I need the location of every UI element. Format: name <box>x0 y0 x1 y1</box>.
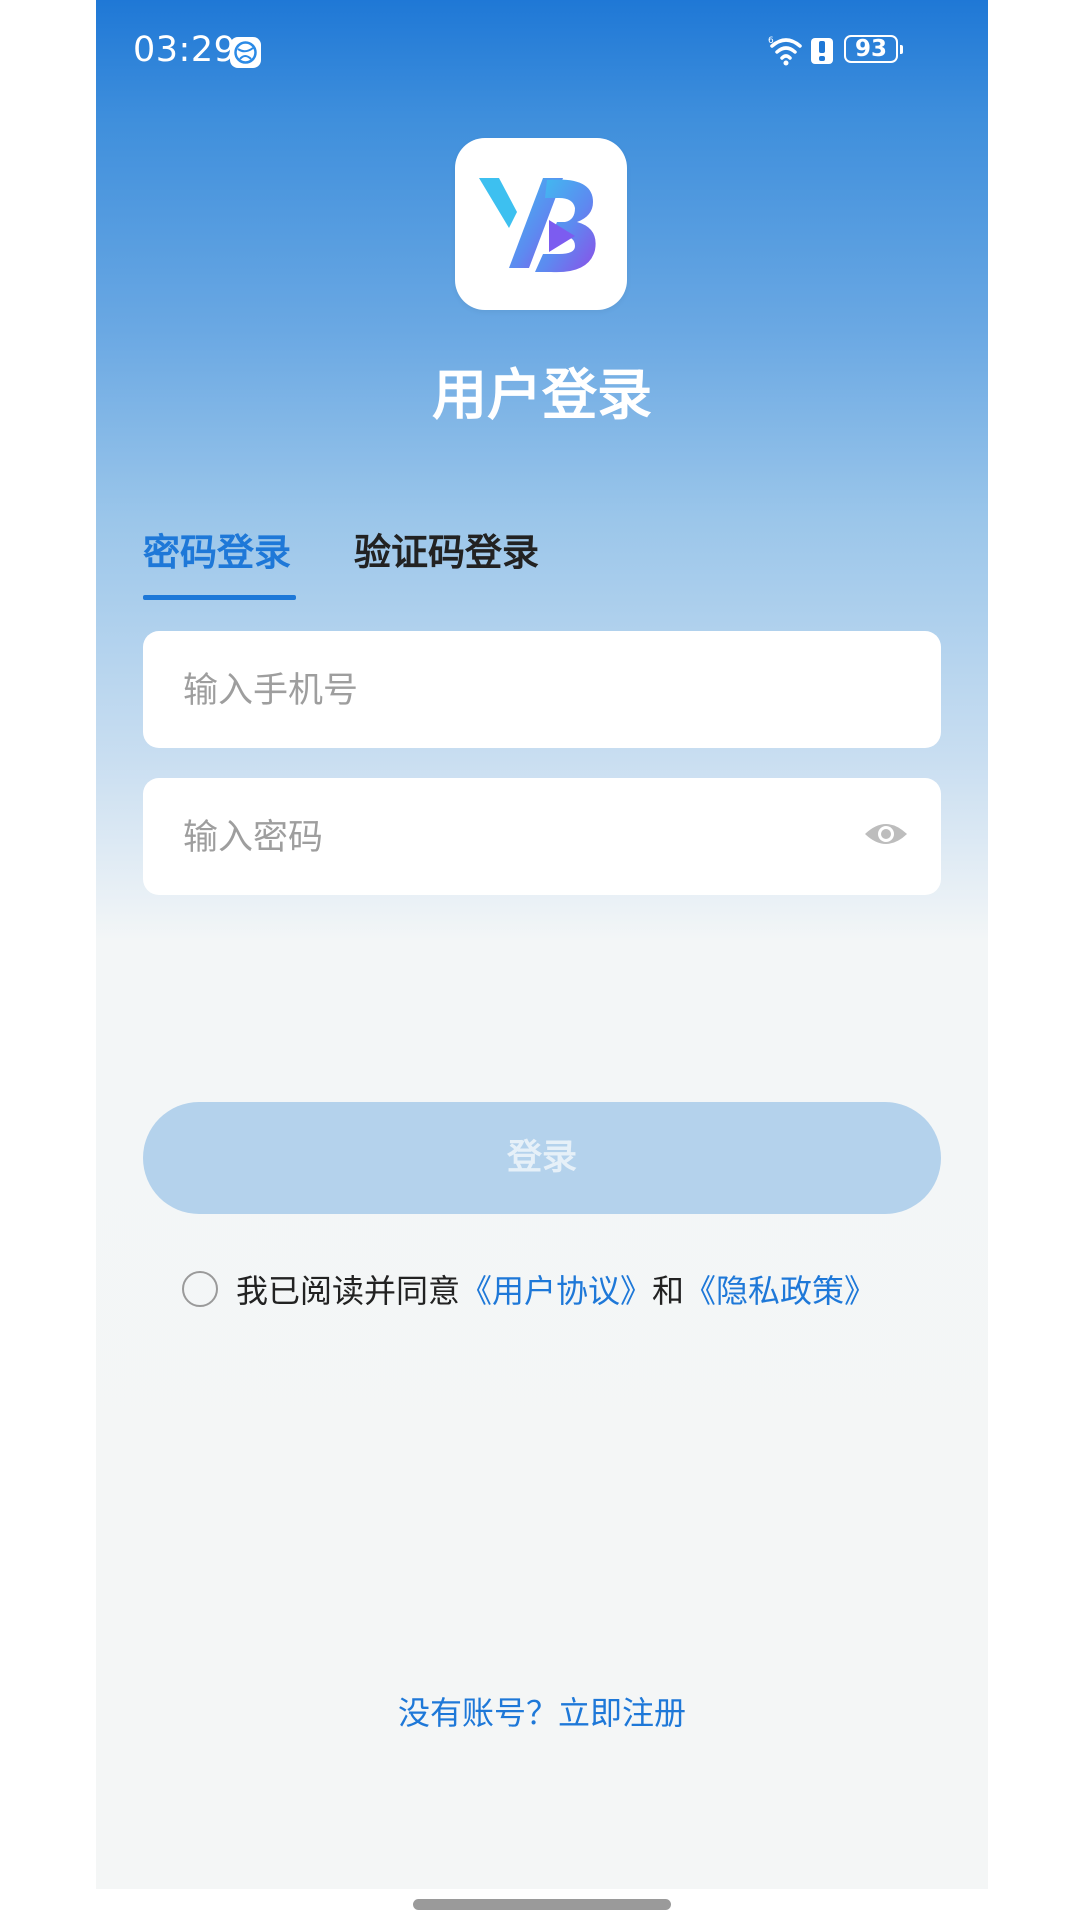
eye-icon[interactable] <box>863 818 909 850</box>
battery-level: 93 <box>854 36 887 62</box>
phone-input[interactable] <box>181 631 845 750</box>
agreement-text: 我已阅读并同意《用户协议》和《隐私政策》 <box>236 1270 876 1312</box>
tab-password-login[interactable]: 密码登录 <box>143 522 291 576</box>
agreement-prefix: 我已阅读并同意 <box>236 1272 461 1310</box>
page-title: 用户登录 <box>431 363 652 427</box>
agreement-checkbox[interactable] <box>182 1271 218 1307</box>
password-field-container <box>143 778 941 897</box>
privacy-policy-link[interactable]: 《隐私政策》 <box>684 1272 876 1310</box>
svg-text:6: 6 <box>768 36 774 46</box>
tab-code-login[interactable]: 验证码登录 <box>354 522 539 576</box>
login-screen: 03:29 6 93 用户登录 密码登录 验证码登录 输入手机号 登录 我已阅读… <box>96 0 988 1889</box>
wifi-icon: 6 <box>768 36 802 66</box>
phone-field-container <box>143 631 941 750</box>
alert-icon <box>811 38 833 64</box>
device-frame: 03:29 6 93 用户登录 密码登录 验证码登录 输入手机号 登录 我已阅读… <box>0 0 1080 1920</box>
login-button[interactable]: 登录 <box>143 1102 941 1214</box>
battery-icon: 93 <box>844 35 903 63</box>
active-tab-indicator <box>143 595 296 600</box>
register-link[interactable]: 没有账号？立即注册 <box>96 1688 988 1734</box>
status-time: 03:29 <box>133 30 237 70</box>
home-indicator <box>413 1899 671 1910</box>
password-input[interactable] <box>181 778 845 897</box>
agreement-conjunction: 和 <box>652 1272 685 1310</box>
globe-app-icon <box>230 37 261 68</box>
app-logo <box>455 138 627 310</box>
user-agreement-link[interactable]: 《用户协议》 <box>460 1272 652 1310</box>
yb-play-logo-icon <box>479 178 596 273</box>
